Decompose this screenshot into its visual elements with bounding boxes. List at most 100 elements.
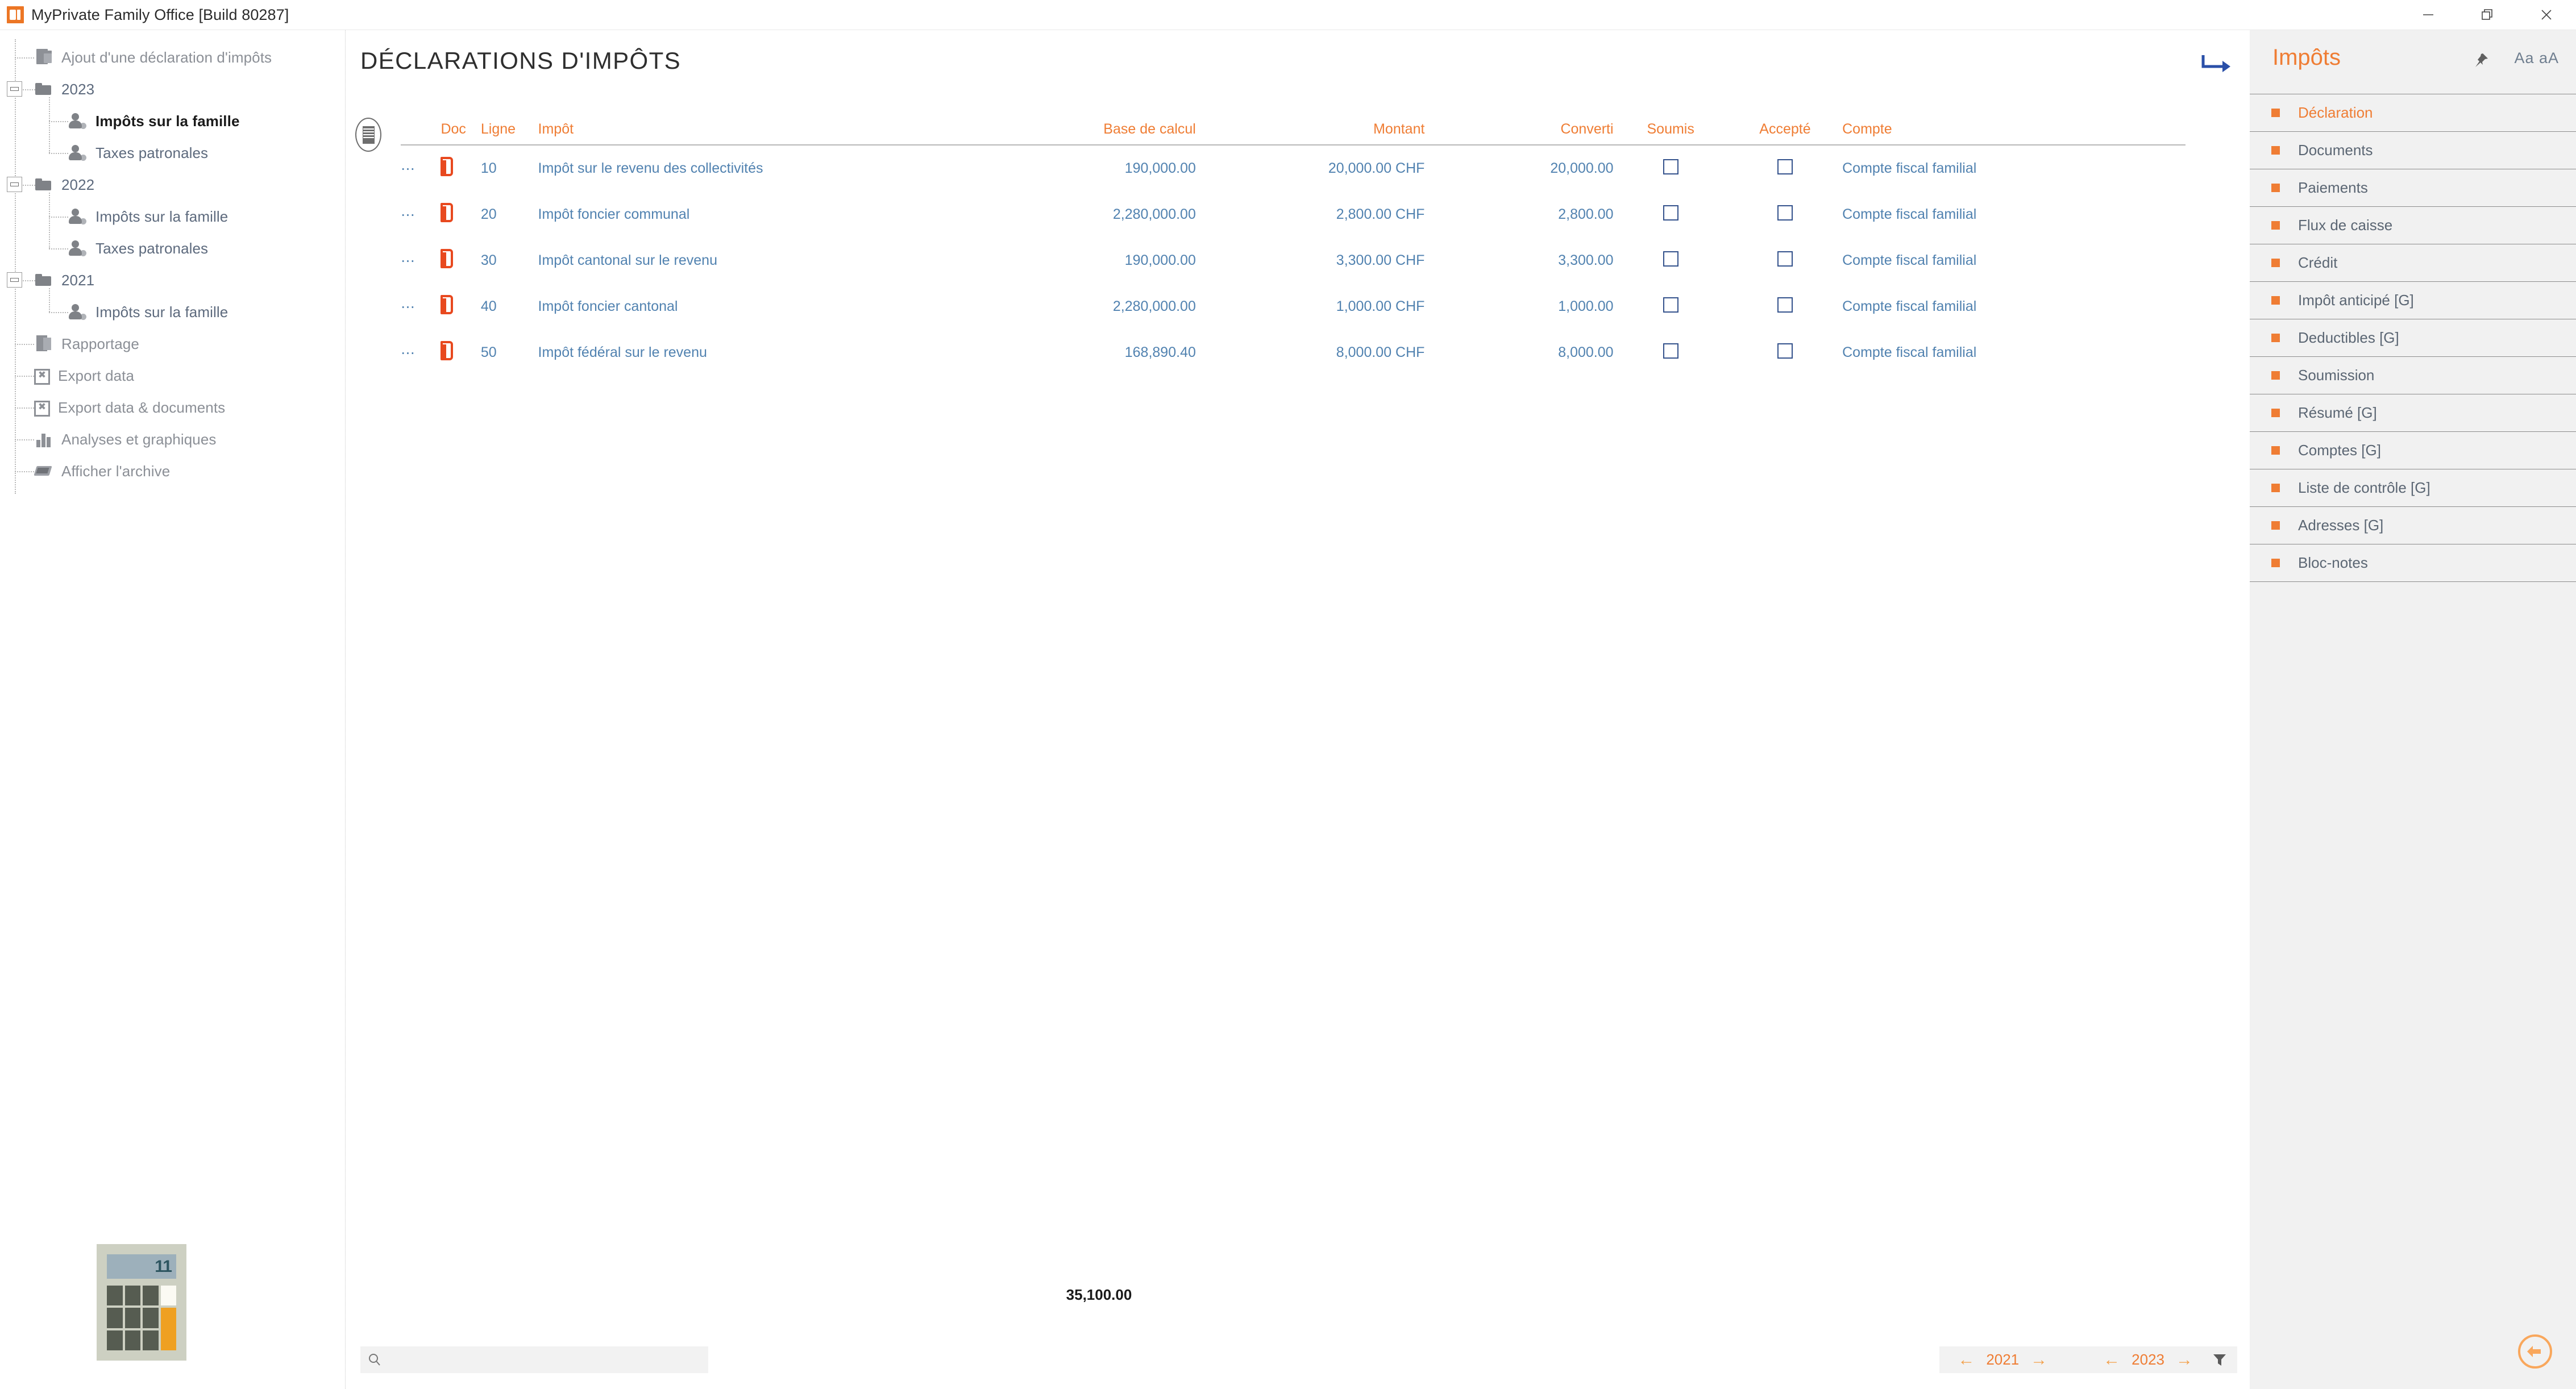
column-header-soumis[interactable]: Soumis	[1613, 115, 1728, 145]
close-button[interactable]	[2517, 0, 2576, 30]
row-doc-cell[interactable]	[441, 238, 480, 284]
document-icon[interactable]	[441, 157, 454, 176]
maximize-button[interactable]	[2458, 0, 2517, 30]
sidebar-folder-2021[interactable]: 2021	[0, 264, 345, 296]
table-row[interactable]: ⋯ 30 Impôt cantonal sur le revenu 190,000.0…	[401, 238, 2186, 284]
year-left-label[interactable]: 2021	[1983, 1351, 2022, 1369]
soumis-checkbox[interactable]	[1663, 205, 1678, 221]
pin-icon[interactable]	[2473, 52, 2490, 69]
accepte-checkbox[interactable]	[1777, 297, 1793, 313]
row-doc-cell[interactable]	[441, 284, 480, 330]
funnel-icon[interactable]	[2212, 1352, 2227, 1368]
row-menu-button[interactable]: ⋯	[401, 145, 441, 192]
document-icon[interactable]	[441, 249, 454, 268]
column-chooser-icon[interactable]	[355, 118, 381, 152]
row-soumis-cell[interactable]	[1614, 238, 1728, 284]
row-impot-cell[interactable]: Impôt foncier communal	[538, 192, 956, 238]
document-icon[interactable]	[441, 203, 454, 222]
year-right-label[interactable]: 2023	[2128, 1351, 2168, 1369]
prev-year-right-button[interactable]: ←	[2095, 1351, 2128, 1369]
font-size-toggle[interactable]: Aa aA	[2514, 49, 2559, 67]
right-panel-item-soumission[interactable]: Soumission	[2250, 357, 2576, 394]
row-compte-cell[interactable]: Compte fiscal familial	[1842, 284, 2186, 330]
right-panel-item-bloc-notes[interactable]: Bloc-notes	[2250, 544, 2576, 582]
right-panel-item-d-claration[interactable]: Déclaration	[2250, 94, 2576, 132]
column-header-accepte[interactable]: Accepté	[1727, 115, 1843, 145]
right-panel-item-paiements[interactable]: Paiements	[2250, 169, 2576, 207]
table-row[interactable]: ⋯ 40 Impôt foncier cantonal 2,280,000.00 1,0…	[401, 284, 2186, 330]
table-row[interactable]: ⋯ 10 Impôt sur le revenu des collectivités…	[401, 145, 2186, 192]
right-panel-item-r-sum-g[interactable]: Résumé [G]	[2250, 394, 2576, 432]
soumis-checkbox[interactable]	[1663, 297, 1678, 313]
right-panel-item-flux-de-caisse[interactable]: Flux de caisse	[2250, 207, 2576, 244]
sidebar-item-ajout-declaration[interactable]: Ajout d'une déclaration d'impôts	[0, 41, 345, 73]
soumis-checkbox[interactable]	[1663, 343, 1678, 359]
row-accepte-cell[interactable]	[1728, 192, 1842, 238]
right-panel-item-cr-dit[interactable]: Crédit	[2250, 244, 2576, 282]
document-icon[interactable]	[441, 295, 454, 314]
row-soumis-cell[interactable]	[1614, 192, 1728, 238]
sidebar-item-impots-famille-2021[interactable]: Impôts sur la famille	[0, 288, 345, 328]
row-doc-cell[interactable]	[441, 330, 480, 376]
row-compte-cell[interactable]: Compte fiscal familial	[1842, 330, 2186, 376]
row-accepte-cell[interactable]	[1728, 145, 1842, 192]
right-panel-item-adresses-g[interactable]: Adresses [G]	[2250, 507, 2576, 544]
row-impot-cell[interactable]: Impôt cantonal sur le revenu	[538, 238, 956, 284]
expander-2021[interactable]	[7, 272, 22, 288]
sidebar-item-export-data[interactable]: Export data	[0, 360, 345, 392]
right-panel-item-documents[interactable]: Documents	[2250, 132, 2576, 169]
column-header-compte[interactable]: Compte	[1842, 115, 2186, 145]
row-accepte-cell[interactable]	[1728, 330, 1842, 376]
document-icon[interactable]	[441, 341, 454, 360]
row-compte-cell[interactable]: Compte fiscal familial	[1842, 192, 2186, 238]
row-compte-cell[interactable]: Compte fiscal familial	[1842, 238, 2186, 284]
soumis-checkbox[interactable]	[1663, 251, 1678, 267]
row-menu-button[interactable]: ⋯	[401, 284, 441, 330]
sidebar-item-rapportage[interactable]: Rapportage	[0, 328, 345, 360]
sidebar-item-analyses-graphiques[interactable]: Analyses et graphiques	[0, 423, 345, 455]
row-menu-button[interactable]: ⋯	[401, 330, 441, 376]
row-menu-button[interactable]: ⋯	[401, 238, 441, 284]
column-header-doc[interactable]: Doc	[441, 115, 481, 145]
prev-year-left-button[interactable]: ←	[1950, 1351, 1983, 1369]
column-header-ligne[interactable]: Ligne	[480, 115, 538, 145]
sidebar-item-taxes-patronales-2023[interactable]: Taxes patronales	[0, 121, 345, 169]
row-accepte-cell[interactable]	[1728, 284, 1842, 330]
row-impot-cell[interactable]: Impôt sur le revenu des collectivités	[538, 145, 956, 192]
accepte-checkbox[interactable]	[1777, 343, 1793, 359]
sidebar-item-export-data-documents[interactable]: Export data & documents	[0, 392, 345, 423]
right-panel-item-comptes-g[interactable]: Comptes [G]	[2250, 432, 2576, 469]
row-accepte-cell[interactable]	[1728, 238, 1842, 284]
minimize-button[interactable]	[2399, 0, 2458, 30]
row-soumis-cell[interactable]	[1614, 145, 1728, 192]
accepte-checkbox[interactable]	[1777, 251, 1793, 267]
table-row[interactable]: ⋯ 50 Impôt fédéral sur le revenu 168,890.40…	[401, 330, 2186, 376]
sidebar-item-afficher-archive[interactable]: Afficher l'archive	[0, 455, 345, 487]
column-header-impot[interactable]: Impôt	[538, 115, 956, 145]
right-panel-item-imp-t-anticip-g[interactable]: Impôt anticipé [G]	[2250, 282, 2576, 319]
row-impot-cell[interactable]: Impôt foncier cantonal	[538, 284, 956, 330]
row-soumis-cell[interactable]	[1614, 284, 1728, 330]
expander-2023[interactable]	[7, 81, 22, 97]
sidebar-item-impots-famille-2022[interactable]: Impôts sur la famille	[0, 193, 345, 232]
sidebar-folder-2022[interactable]: 2022	[0, 169, 345, 201]
row-doc-cell[interactable]	[441, 145, 480, 192]
back-arrow-icon[interactable]	[2518, 1334, 2552, 1369]
search-box[interactable]	[360, 1346, 708, 1373]
accepte-checkbox[interactable]	[1777, 205, 1793, 221]
table-row[interactable]: ⋯ 20 Impôt foncier communal 2,280,000.00 2,8…	[401, 192, 2186, 238]
search-input[interactable]	[388, 1352, 672, 1367]
soumis-checkbox[interactable]	[1663, 159, 1678, 174]
row-soumis-cell[interactable]	[1614, 330, 1728, 376]
next-year-right-button[interactable]: →	[2168, 1351, 2201, 1369]
expander-2022[interactable]	[7, 177, 22, 192]
forward-arrow-icon[interactable]	[2199, 52, 2233, 77]
row-compte-cell[interactable]: Compte fiscal familial	[1842, 145, 2186, 192]
accepte-checkbox[interactable]	[1777, 159, 1793, 174]
sidebar-folder-2023[interactable]: 2023	[0, 73, 345, 105]
next-year-left-button[interactable]: →	[2022, 1351, 2055, 1369]
sidebar-item-taxes-patronales-2022[interactable]: Taxes patronales	[0, 217, 345, 264]
sidebar-item-impots-famille-2023[interactable]: Impôts sur la famille	[0, 97, 345, 137]
row-impot-cell[interactable]: Impôt fédéral sur le revenu	[538, 330, 956, 376]
column-header-montant[interactable]: Montant	[1195, 115, 1425, 145]
